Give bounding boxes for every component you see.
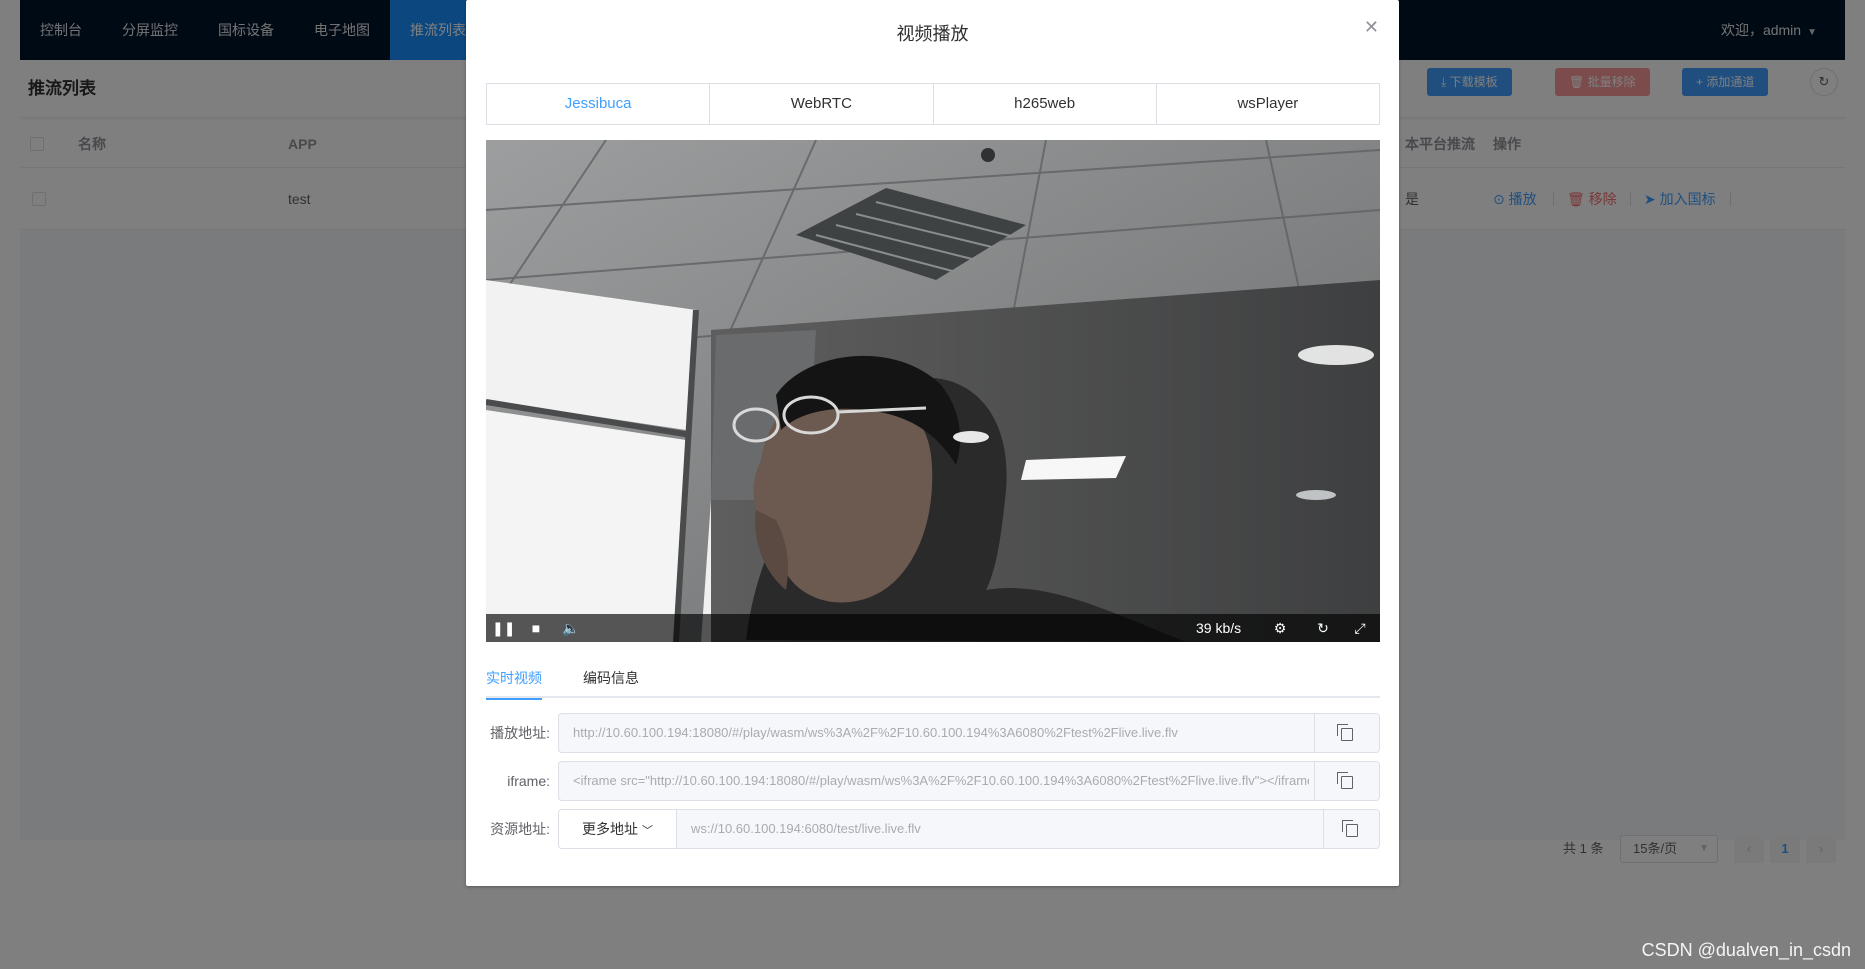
iframe-label: iframe: bbox=[507, 773, 550, 789]
pause-icon[interactable]: ❚❚ bbox=[492, 614, 515, 642]
copy-button[interactable] bbox=[1314, 762, 1379, 800]
play-url-value: http://10.60.100.194:18080/#/play/wasm/w… bbox=[573, 725, 1178, 740]
source-url-value: ws://10.60.100.194:6080/test/live.live.f… bbox=[691, 821, 921, 836]
play-url-row: 播放地址: http://10.60.100.194:18080/#/play/… bbox=[486, 713, 1380, 753]
video-player[interactable]: ❚❚ ■ 🔈 39 kb/s ⚙ ↻ ⤢ bbox=[486, 140, 1380, 642]
player-controls: ❚❚ ■ 🔈 39 kb/s ⚙ ↻ ⤢ bbox=[486, 614, 1380, 642]
close-icon[interactable]: ✕ bbox=[1364, 16, 1379, 38]
replay-icon[interactable]: ↻ bbox=[1313, 614, 1333, 642]
more-urls-dropdown[interactable]: 更多地址 ﹀ bbox=[559, 810, 677, 848]
bitrate-display: 39 kb/s bbox=[1196, 620, 1242, 636]
play-url-field[interactable]: http://10.60.100.194:18080/#/play/wasm/w… bbox=[558, 713, 1380, 753]
tab-webrtc[interactable]: WebRTC bbox=[709, 84, 933, 124]
watermark: CSDN @dualven_in_csdn bbox=[1641, 940, 1851, 960]
iframe-field[interactable]: <iframe src="http://10.60.100.194:18080/… bbox=[558, 761, 1380, 801]
copy-button[interactable] bbox=[1314, 714, 1379, 752]
tab-codec-info[interactable]: 编码信息 bbox=[583, 658, 639, 698]
dialog-title: 视频播放 bbox=[896, 24, 969, 44]
tab-wsplayer[interactable]: wsPlayer bbox=[1155, 84, 1379, 124]
source-url-field[interactable]: 更多地址 ﹀ ws://10.60.100.194:6080/test/live… bbox=[558, 809, 1380, 849]
info-tabs: 实时视频 编码信息 bbox=[486, 658, 1380, 700]
iframe-row: iframe: <iframe src="http://10.60.100.19… bbox=[486, 761, 1380, 801]
copy-button[interactable] bbox=[1323, 810, 1379, 848]
stop-icon[interactable]: ■ bbox=[526, 614, 546, 642]
tab-live-video[interactable]: 实时视频 bbox=[486, 658, 542, 700]
source-url-row: 资源地址: 更多地址 ﹀ ws://10.60.100.194:6080/tes… bbox=[486, 809, 1380, 849]
player-tabs: Jessibuca WebRTC h265web wsPlayer bbox=[486, 83, 1380, 125]
video-frame bbox=[486, 140, 1380, 642]
copy-icon bbox=[1341, 819, 1358, 837]
video-play-dialog: 视频播放 ✕ Jessibuca WebRTC h265web wsPlayer bbox=[466, 0, 1399, 886]
more-urls-label: 更多地址 bbox=[582, 821, 639, 837]
copy-icon bbox=[1337, 723, 1353, 741]
play-url-label: 播放地址: bbox=[490, 725, 550, 741]
chevron-down-icon: ﹀ bbox=[641, 825, 653, 837]
screenshot-icon[interactable]: ⚙ bbox=[1270, 614, 1290, 642]
tab-h265web[interactable]: h265web bbox=[932, 84, 1156, 124]
tab-jessibuca[interactable]: Jessibuca bbox=[487, 84, 710, 124]
iframe-value: <iframe src="http://10.60.100.194:18080/… bbox=[573, 773, 1309, 788]
volume-icon[interactable]: 🔈 bbox=[560, 614, 582, 642]
fullscreen-icon[interactable]: ⤢ bbox=[1350, 614, 1370, 642]
copy-icon bbox=[1337, 771, 1353, 789]
source-url-label: 资源地址: bbox=[490, 821, 550, 837]
